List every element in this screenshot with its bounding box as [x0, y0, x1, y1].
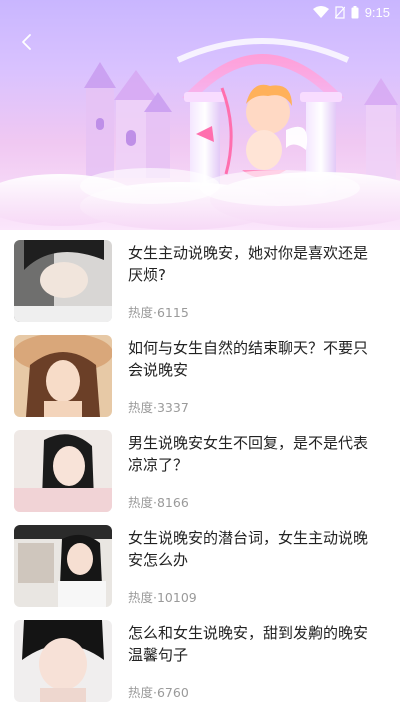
status-bar: 9:15	[0, 0, 400, 24]
article-thumbnail	[14, 430, 112, 512]
back-button[interactable]	[12, 28, 40, 56]
article-thumbnail	[14, 525, 112, 607]
article-title: 如何与女生自然的结束聊天？不要只会说晚安	[128, 339, 369, 379]
article-title: 怎么和女生说晚安，甜到发齁的晚安温馨句子	[128, 624, 369, 664]
chevron-left-icon	[22, 34, 31, 50]
article-heat: 热度·8166	[128, 495, 189, 510]
cupid-castle-illustration	[0, 38, 400, 230]
article-item[interactable]: 女生主动说晚安，她对你是喜欢还是厌烦? 热度·6115	[0, 230, 400, 324]
battery-icon	[351, 5, 359, 18]
article-title: 女生主动说晚安，她对你是喜欢还是厌烦?	[128, 244, 369, 284]
article-item[interactable]: 男生说晚安女生不回复，是不是代表凉凉了？ 热度·8166	[0, 420, 400, 514]
article-heat: 热度·3337	[128, 400, 189, 415]
article-heat: 热度·6115	[128, 305, 189, 320]
article-thumbnail	[14, 335, 112, 417]
status-time: 9:15	[364, 4, 390, 20]
wifi-icon	[312, 6, 329, 18]
article-item[interactable]: 女生说晚安的潜台词，女生主动说晚安怎么办 热度·10109	[0, 515, 400, 609]
article-item[interactable]: 怎么和女生说晚安，甜到发齁的晚安温馨句子 热度·6760	[0, 610, 400, 704]
article-heat: 热度·10109	[128, 590, 197, 605]
article-thumbnail	[14, 620, 112, 702]
article-title: 男生说晚安女生不回复，是不是代表凉凉了？	[128, 434, 369, 474]
article-thumbnail	[14, 240, 112, 322]
article-list: 女生主动说晚安，她对你是喜欢还是厌烦? 热度·6115 如何与女生自然的结束聊天…	[0, 230, 400, 712]
no-sim-icon	[334, 5, 345, 19]
article-heat: 热度·6760	[128, 685, 189, 700]
article-item[interactable]: 如何与女生自然的结束聊天？不要只会说晚安 热度·3337	[0, 325, 400, 419]
header-banner: 9:15	[0, 0, 400, 230]
article-title: 女生说晚安的潜台词，女生主动说晚安怎么办	[128, 529, 369, 569]
